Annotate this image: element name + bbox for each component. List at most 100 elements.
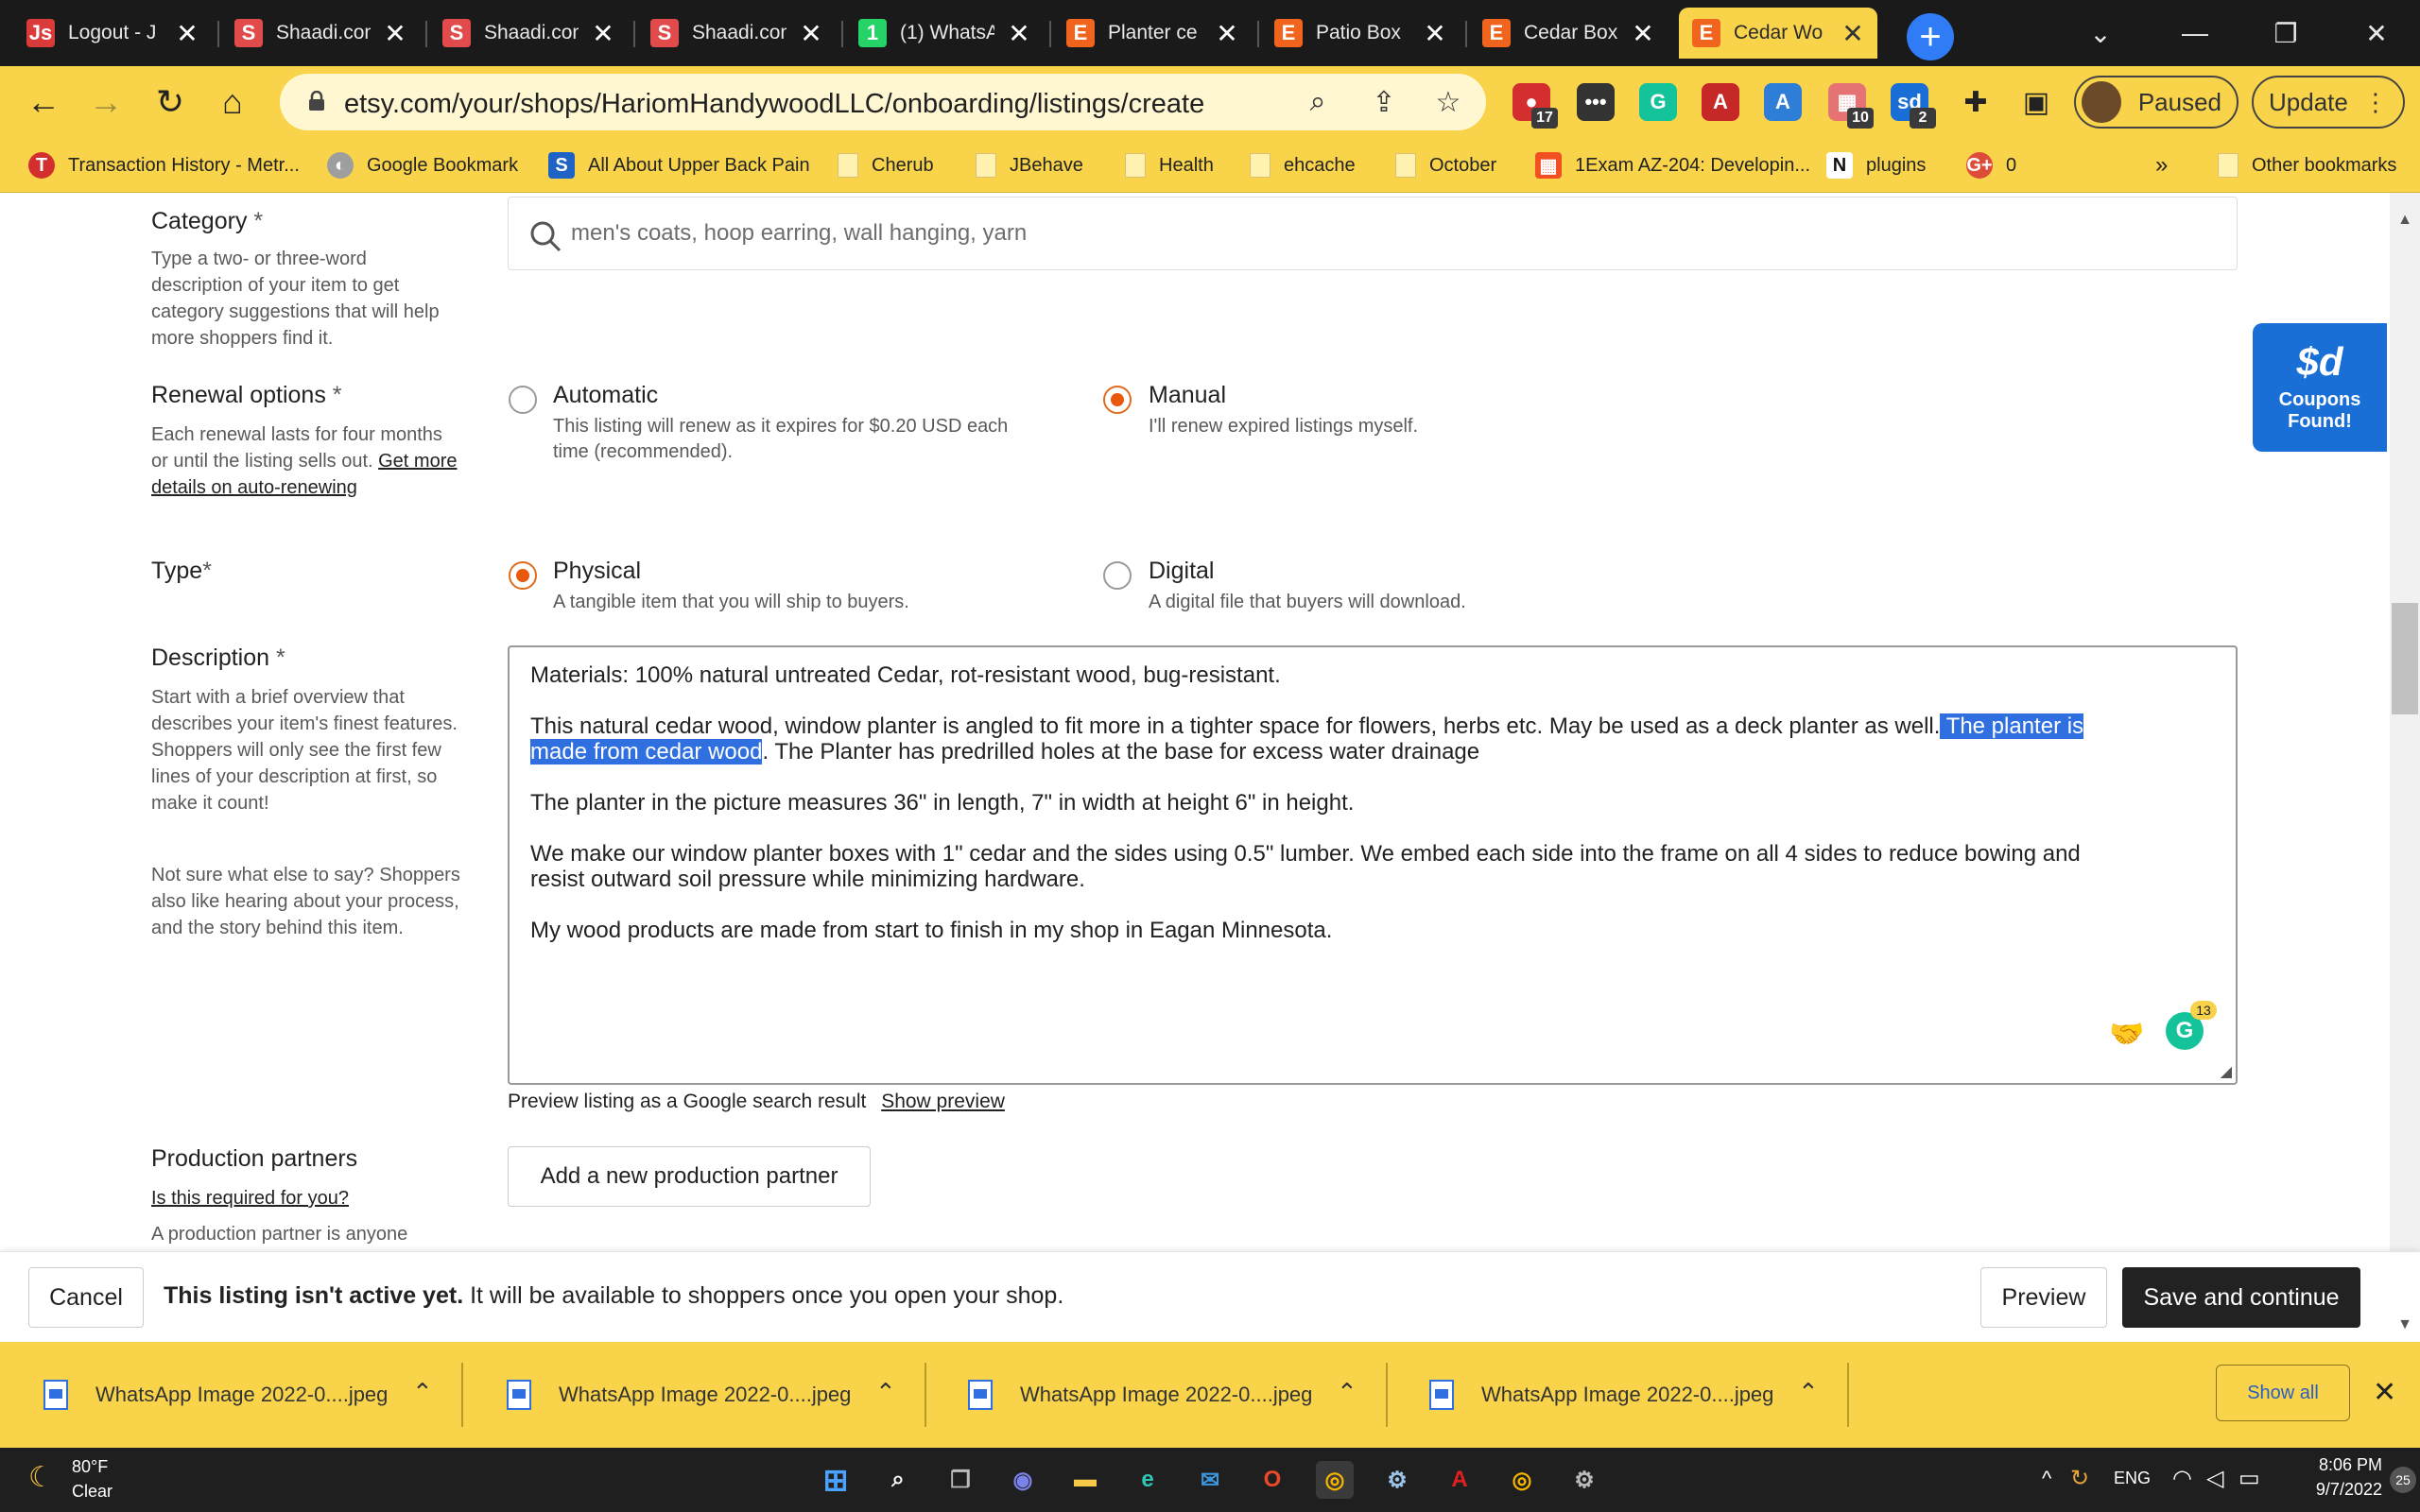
browser-tab[interactable]: S Shaadi.com ✕ [429, 8, 628, 59]
steam-icon[interactable]: ⚙ [1378, 1461, 1416, 1499]
office-icon[interactable]: O [1253, 1461, 1291, 1499]
browser-tab[interactable]: S Shaadi.com ✕ [221, 8, 420, 59]
settings-gear-icon[interactable]: ⚙ [1565, 1461, 1603, 1499]
close-tab-icon[interactable]: ✕ [800, 18, 822, 49]
home-icon[interactable]: ⌂ [210, 79, 255, 125]
browser-tab[interactable]: E Cedar Box ✕ [1469, 8, 1668, 59]
notification-badge[interactable]: 25 [2390, 1467, 2416, 1493]
profile-paused-button[interactable]: Paused [2074, 76, 2238, 129]
browser-tab[interactable]: 1 (1) WhatsA ✕ [845, 8, 1044, 59]
category-search-input[interactable]: men's coats, hoop earring, wall hanging,… [508, 197, 2238, 270]
address-bar[interactable]: etsy.com/your/shops/HariomHandywoodLLC/o… [280, 74, 1486, 130]
preview-button[interactable]: Preview [1980, 1267, 2107, 1328]
browser-tab[interactable]: E Planter ce ✕ [1053, 8, 1252, 59]
forward-arrow-icon[interactable]: → [83, 79, 129, 125]
show-preview-link[interactable]: Show preview [881, 1091, 1005, 1112]
zoom-magnifier-icon[interactable]: ⌕ [1301, 85, 1335, 119]
bookmark-item[interactable]: ehcache [1250, 149, 1356, 181]
close-tab-icon[interactable]: ✕ [1632, 18, 1654, 49]
browser-tab[interactable]: E Patio Box ✕ [1261, 8, 1460, 59]
close-tab-icon[interactable]: ✕ [592, 18, 614, 49]
bookmark-item[interactable]: Health [1125, 149, 1214, 181]
download-item[interactable]: WhatsApp Image 2022-0....jpeg ⌃ [1429, 1368, 1883, 1421]
scrollbar-thumb[interactable] [2392, 603, 2418, 714]
coupons-found-popup[interactable]: $d Coupons Found! [2253, 323, 2387, 452]
acrobat-icon[interactable]: A [1441, 1461, 1478, 1499]
chevron-up-icon[interactable]: ⌃ [412, 1378, 433, 1407]
close-tab-icon[interactable]: ✕ [1216, 18, 1238, 49]
acrobat-icon[interactable]: A [1702, 83, 1739, 121]
extension-icon-dots[interactable]: ••• [1577, 83, 1615, 121]
close-downloads-icon[interactable]: ✕ [2373, 1376, 2396, 1409]
mail-icon[interactable]: ✉ [1191, 1461, 1229, 1499]
update-button[interactable]: Update ⋮ [2252, 76, 2405, 129]
language-indicator[interactable]: ENG [2114, 1469, 2151, 1488]
teams-chat-icon[interactable]: ◉ [1004, 1461, 1042, 1499]
renewal-automatic-radio[interactable] [509, 386, 537, 414]
browser-tab[interactable]: E Cedar Wo ✕ [1679, 8, 1877, 59]
grammarly-icon[interactable]: G [1639, 83, 1677, 121]
scroll-up-arrow-icon[interactable]: ▲ [2394, 212, 2416, 234]
save-and-continue-button[interactable]: Save and continue [2122, 1267, 2360, 1328]
chevron-up-icon[interactable]: ⌃ [1798, 1378, 1819, 1407]
cancel-button[interactable]: Cancel [28, 1267, 144, 1328]
extension-icon-blue[interactable]: A [1764, 83, 1802, 121]
bookmark-star-icon[interactable]: ☆ [1431, 85, 1465, 119]
resize-handle-icon[interactable]: ◢ [2221, 1062, 2232, 1081]
add-production-partner-button[interactable]: Add a new production partner [508, 1146, 871, 1207]
scroll-down-arrow-icon[interactable]: ▼ [2394, 1316, 2416, 1339]
tray-chevron-icon[interactable]: ^ [2042, 1467, 2051, 1491]
coupons-sd-icon[interactable]: sd 2 [1891, 83, 1936, 129]
extensions-puzzle-icon[interactable]: ✚ [1953, 79, 1998, 125]
tab-search-chevron-icon[interactable]: ⌄ [2072, 9, 2129, 57]
bookmark-item[interactable]: Nplugins [1826, 149, 1926, 181]
back-arrow-icon[interactable]: ← [21, 79, 66, 125]
close-tab-icon[interactable]: ✕ [176, 18, 199, 49]
browser-tab[interactable]: S Shaadi.com ✕ [637, 8, 836, 59]
file-explorer-icon[interactable]: ▬ [1066, 1461, 1104, 1499]
other-bookmarks-folder[interactable]: Other bookmarks [2218, 149, 2396, 181]
extension-icon-red[interactable]: ● 17 [1512, 83, 1558, 129]
handshake-extension-icon[interactable]: 🤝 [2109, 1018, 2147, 1050]
battery-icon[interactable]: ▭ [2238, 1465, 2260, 1492]
chevron-up-icon[interactable]: ⌃ [875, 1378, 896, 1407]
close-tab-icon[interactable]: ✕ [1008, 18, 1030, 49]
bookmark-item[interactable]: JBehave [976, 149, 1083, 181]
page-scrollbar[interactable] [2390, 193, 2420, 1251]
chevron-up-icon[interactable]: ⌃ [1337, 1378, 1357, 1407]
clock-time[interactable]: 8:06 PM [2278, 1455, 2382, 1475]
side-panel-icon[interactable]: ▣ [2014, 79, 2059, 125]
type-digital-radio[interactable] [1103, 561, 1132, 590]
type-physical-radio[interactable] [509, 561, 537, 590]
clock-date[interactable]: 9/7/2022 [2278, 1480, 2382, 1500]
download-item[interactable]: WhatsApp Image 2022-0....jpeg ⌃ [43, 1368, 497, 1421]
restore-window-button[interactable]: ❐ [2257, 9, 2314, 57]
required-for-you-link[interactable]: Is this required for you? [151, 1188, 349, 1209]
chrome-profile-icon[interactable]: ◎ [1503, 1461, 1541, 1499]
task-view-icon[interactable]: ❐ [942, 1461, 979, 1499]
bookmark-item[interactable]: ▦ 1Exam AZ-204: Developin... [1535, 149, 1810, 181]
close-tab-icon[interactable]: ✕ [384, 18, 406, 49]
chrome-icon[interactable]: ◎ [1316, 1461, 1354, 1499]
bookmark-item[interactable]: S All About Upper Back Pain [548, 149, 810, 181]
description-textarea[interactable]: Materials: 100% natural untreated Cedar,… [508, 645, 2238, 1085]
browser-tab[interactable]: Js Logout - J ✕ [13, 8, 212, 59]
bookmark-item[interactable]: Cherub [838, 149, 934, 181]
tray-sync-icon[interactable]: ↻ [2070, 1465, 2089, 1492]
bookmark-item[interactable]: October [1395, 149, 1496, 181]
download-item[interactable]: WhatsApp Image 2022-0....jpeg ⌃ [507, 1368, 960, 1421]
bookmarks-overflow-chevron[interactable]: » [2155, 149, 2168, 181]
share-icon[interactable]: ⇪ [1367, 85, 1401, 119]
bookmark-item[interactable]: T Transaction History - Metr... [28, 149, 300, 181]
renewal-manual-radio[interactable] [1103, 386, 1132, 414]
reload-icon[interactable]: ↻ [147, 79, 193, 125]
search-icon[interactable]: ⌕ [879, 1461, 917, 1499]
extension-icon-calendar[interactable]: ▦ 10 [1828, 83, 1874, 129]
volume-icon[interactable]: ◁ [2206, 1465, 2223, 1492]
close-tab-icon[interactable]: ✕ [1424, 18, 1446, 49]
bookmark-item[interactable]: ◐ Google Bookmark [327, 149, 518, 181]
close-tab-icon[interactable]: ✕ [1841, 18, 1864, 49]
edge-icon[interactable]: e [1129, 1461, 1167, 1499]
bookmark-item[interactable]: G+ 0 [1966, 149, 2016, 181]
wifi-icon[interactable]: ◠ [2172, 1465, 2192, 1492]
